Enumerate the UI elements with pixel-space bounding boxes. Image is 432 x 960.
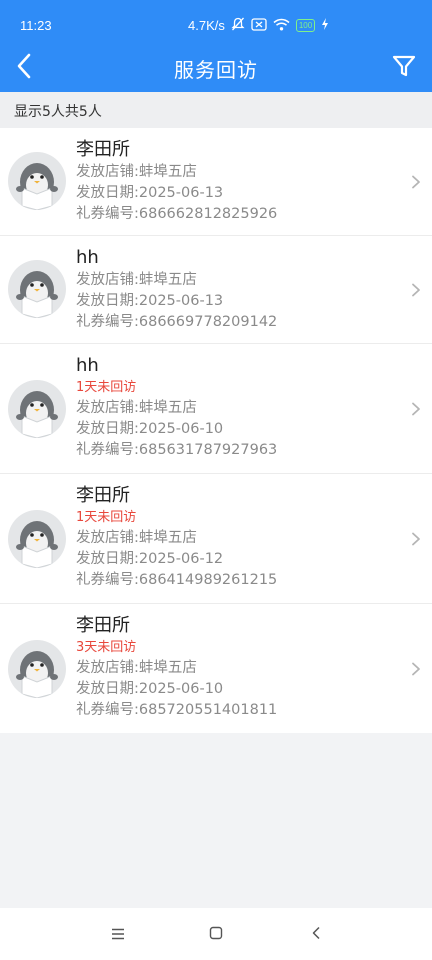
app-header: 服务回访	[0, 44, 432, 92]
menu-button[interactable]	[106, 922, 130, 946]
record-date: 发放日期:2025-06-10	[76, 421, 224, 437]
summary-bar: 显示5人共5人	[0, 92, 432, 128]
overdue-badge: 1天未回访	[76, 380, 137, 395]
avatar	[8, 640, 66, 698]
system-back-button[interactable]	[304, 922, 328, 946]
summary-count: 显示5人共5人	[14, 104, 102, 120]
system-nav-bar	[0, 908, 432, 960]
record-store: 发放店铺:蚌埠五店	[76, 272, 197, 288]
status-indicators: 4.7K/s 100	[188, 17, 329, 34]
record-store: 发放店铺:蚌埠五店	[76, 164, 197, 180]
mute-icon	[231, 17, 245, 34]
home-square-icon	[209, 925, 223, 944]
record-store: 发放店铺:蚌埠五店	[76, 400, 197, 416]
record-coupon: 礼券编号:685720551401811	[76, 702, 278, 718]
overdue-badge: 1天未回访	[76, 510, 137, 525]
record-date: 发放日期:2025-06-13	[76, 185, 224, 201]
record-row[interactable]: hh 1天未回访 发放店铺:蚌埠五店 发放日期:2025-06-10 礼券编号:…	[0, 344, 432, 474]
record-coupon: 礼券编号:686414989261215	[76, 572, 278, 588]
sim-icon	[251, 17, 267, 34]
record-name: hh	[76, 355, 99, 376]
record-date: 发放日期:2025-06-10	[76, 681, 224, 697]
status-bar: 11:23 4.7K/s 100	[0, 0, 432, 44]
battery-icon: 100	[295, 19, 316, 32]
record-name: hh	[76, 247, 99, 268]
record-date: 发放日期:2025-06-12	[76, 551, 224, 567]
record-store: 发放店铺:蚌埠五店	[76, 660, 197, 676]
charging-icon	[321, 18, 329, 33]
avatar	[8, 510, 66, 568]
menu-icon	[111, 925, 125, 944]
chevron-right-icon	[410, 661, 422, 676]
record-coupon: 礼券编号:685631787927963	[76, 442, 278, 458]
record-row[interactable]: 李田所 3天未回访 发放店铺:蚌埠五店 发放日期:2025-06-10 礼券编号…	[0, 604, 432, 733]
avatar	[8, 152, 66, 210]
chevron-right-icon	[410, 174, 422, 189]
record-row[interactable]: 李田所 发放店铺:蚌埠五店 发放日期:2025-06-13 礼券编号:68666…	[0, 128, 432, 236]
filter-icon	[392, 54, 416, 82]
triangle-back-icon	[311, 925, 321, 944]
page-title: 服务回访	[174, 58, 258, 82]
record-date: 发放日期:2025-06-13	[76, 293, 224, 309]
record-name: 李田所	[76, 485, 130, 506]
record-list: 李田所 发放店铺:蚌埠五店 发放日期:2025-06-13 礼券编号:68666…	[0, 128, 432, 733]
record-coupon: 礼券编号:686669778209142	[76, 314, 278, 330]
avatar	[8, 380, 66, 438]
overdue-badge: 3天未回访	[76, 640, 137, 655]
avatar	[8, 260, 66, 318]
wifi-icon	[273, 18, 290, 34]
chevron-right-icon	[410, 531, 422, 546]
filter-button[interactable]	[386, 50, 422, 86]
record-store: 发放店铺:蚌埠五店	[76, 530, 197, 546]
record-name: 李田所	[76, 615, 130, 636]
home-button[interactable]	[204, 922, 228, 946]
record-row[interactable]: 李田所 1天未回访 发放店铺:蚌埠五店 发放日期:2025-06-12 礼券编号…	[0, 474, 432, 604]
record-coupon: 礼券编号:686662812825926	[76, 206, 278, 222]
network-speed: 4.7K/s	[188, 18, 225, 33]
chevron-right-icon	[410, 401, 422, 416]
record-name: 李田所	[76, 139, 130, 160]
record-row[interactable]: hh 发放店铺:蚌埠五店 发放日期:2025-06-13 礼券编号:686669…	[0, 236, 432, 344]
chevron-right-icon	[410, 282, 422, 297]
status-time: 11:23	[20, 18, 52, 33]
